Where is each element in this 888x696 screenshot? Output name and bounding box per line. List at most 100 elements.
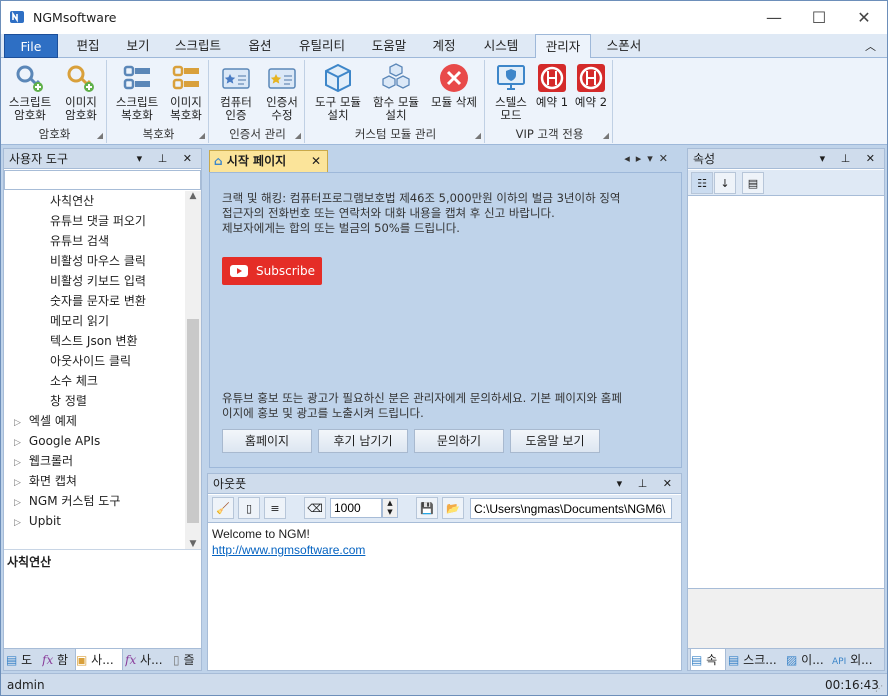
tab-help[interactable]: 도움말 [361,34,417,58]
group-expand-icon[interactable]: ◢ [97,131,103,140]
bottom-tab-active[interactable]: ▣ 사... [75,649,123,671]
group-label-vip: VIP 고객 전용 [515,127,584,141]
property-pages-icon[interactable]: ▤ [742,172,764,194]
tree-item[interactable]: 소수 체크 [4,371,184,391]
tree-scrollbar[interactable]: ▲ ▼ [185,191,201,549]
scrollbar-thumb[interactable] [187,319,199,523]
tab-options[interactable]: 옵션 [233,34,287,58]
tree-item[interactable]: 숫자를 문자로 변환 [4,291,184,311]
subscribe-button[interactable]: Subscribe [222,257,322,285]
bottom-tab[interactable]: ▤ 도 [6,649,40,671]
tree-item[interactable]: 비활성 키보드 입력 [4,271,184,291]
install-tool-module-label: 도구 모듈 설치 [315,95,361,122]
tree-item[interactable]: 사칙연산 [4,191,184,211]
bottom-tab[interactable]: fx 함 [42,649,74,671]
bottom-tab[interactable]: ▯ 즐 [173,649,201,671]
tab-account[interactable]: 계정 [419,34,469,58]
tab-sponsor[interactable]: 스폰서 [595,34,653,58]
bottom-tab[interactable]: ▤ 스크... [728,649,782,671]
homepage-button[interactable]: 홈페이지 [222,429,312,453]
expand-arrow-icon[interactable]: ▷ [14,478,21,488]
tree-folder[interactable]: ▷ Upbit [4,511,184,531]
line-count-input[interactable] [330,498,382,518]
tree-folder[interactable]: ▷ Google APIs [4,431,184,451]
decrypt-image-button[interactable]: 이미지 복호화 [163,62,209,122]
tab-start-page[interactable]: ⌂ 시작 페이지 ✕ [209,150,328,172]
file-menu[interactable]: File [4,34,58,58]
tree-item[interactable]: 아웃사이드 클릭 [4,351,184,371]
help-view-button[interactable]: 도움말 보기 [510,429,600,453]
tab-script[interactable]: 스크립트 [163,34,233,58]
save-icon[interactable]: 💾 [416,497,438,519]
categorized-icon[interactable]: ☷ [691,172,713,194]
line-count-stepper[interactable]: ▲ ▼ [382,498,398,518]
status-user: admin [7,678,45,692]
output-log: Welcome to NGM! http://www.ngmsoftware.c… [212,526,365,558]
encrypt-image-button[interactable]: 이미지 암호화 [57,62,105,122]
delete-icon [438,62,470,94]
tree-folder[interactable]: ▷ 화면 캡쳐 [4,471,184,491]
group-expand-icon[interactable]: ◢ [603,131,609,140]
tab-system[interactable]: 시스템 [471,34,531,58]
wrap-lines-icon[interactable]: ≡ [264,497,286,519]
sort-az-icon[interactable]: ↓ [714,172,736,194]
tree-folder[interactable]: ▷ 엑셀 예제 [4,411,184,431]
maximize-button[interactable]: ☐ [796,1,842,34]
tab-nav-icon[interactable]: ◂▸▾✕ [624,152,674,165]
bottom-tab[interactable]: ▨ 이... [786,649,828,671]
close-tab-icon[interactable]: ✕ [311,151,321,171]
collapse-ribbon-icon[interactable]: ︿ [865,38,876,54]
write-review-button[interactable]: 후기 남기기 [318,429,408,453]
reserve-1-button[interactable]: 예약 1 [533,62,571,109]
open-folder-icon[interactable]: 📂 [442,497,464,519]
expand-arrow-icon[interactable]: ▷ [14,458,21,468]
panel-menu-icon[interactable]: ▾ ⊥ ✕ [820,149,881,169]
tree-item[interactable]: 유튜브 검색 [4,231,184,251]
tree-folder[interactable]: ▷ NGM 커스텀 도구 [4,491,184,511]
certificate-edit-button[interactable]: 인증서 수정 [259,62,305,122]
decrypt-script-button[interactable]: 스크립트 복호화 [111,62,163,122]
tab-admin[interactable]: 관리자 [535,34,591,59]
bottom-tab[interactable]: API 외... [832,649,882,671]
tree-item[interactable]: 비활성 마우스 클릭 [4,251,184,271]
contact-button[interactable]: 문의하기 [414,429,504,453]
property-grid[interactable] [688,196,884,588]
panel-menu-icon[interactable]: ▾ ⊥ ✕ [617,474,678,494]
group-expand-icon[interactable]: ◢ [295,131,301,140]
tool-search-input[interactable] [4,170,201,190]
tab-utility[interactable]: 유틸리티 [287,34,357,58]
eraser-icon[interactable]: ⌫ [304,497,326,519]
bottom-tab-active[interactable]: ▤ 속 [690,649,726,671]
tab-view[interactable]: 보기 [113,34,163,58]
tree-item[interactable]: 메모리 읽기 [4,311,184,331]
stealth-mode-button[interactable]: 스텔스 모드 [489,62,533,122]
expand-arrow-icon[interactable]: ▷ [14,438,21,448]
group-expand-icon[interactable]: ◢ [199,131,205,140]
start-page-content: 크랙 및 해킹: 컴퓨터프로그램보호법 제46조 5,000만원 이하의 벌금 … [209,172,682,468]
bottom-tab[interactable]: fx 사... [125,649,171,671]
expand-arrow-icon[interactable]: ▷ [14,418,21,428]
install-function-module-button[interactable]: 함수 모듈 설치 [367,62,425,122]
expand-arrow-icon[interactable]: ▷ [14,518,21,528]
resize-grip-icon[interactable]: ⋰ [875,678,883,695]
module-cubes-icon [380,62,412,94]
reserve-2-button[interactable]: 예약 2 [571,62,611,109]
panel-menu-icon[interactable]: ▾ ⊥ ✕ [137,149,198,169]
group-expand-icon[interactable]: ◢ [475,131,481,140]
install-tool-module-button[interactable]: 도구 모듈 설치 [309,62,367,122]
tree-item[interactable]: 창 정렬 [4,391,184,411]
computer-auth-button[interactable]: 컴퓨터 인증 [213,62,259,122]
new-document-icon[interactable]: ▯ [238,497,260,519]
delete-module-button[interactable]: 모듈 삭제 [425,62,483,109]
tree-item[interactable]: 유튜브 댓글 퍼오기 [4,211,184,231]
tree-item[interactable]: 텍스트 Json 변환 [4,331,184,351]
website-link[interactable]: http://www.ngmsoftware.com [212,542,365,558]
tab-edit[interactable]: 편집 [63,34,113,58]
output-path-input[interactable] [470,498,672,519]
tree-folder[interactable]: ▷ 웹크롤러 [4,451,184,471]
close-window-button[interactable]: ✕ [841,1,887,34]
encrypt-script-button[interactable]: 스크립트 암호화 [5,62,55,122]
expand-arrow-icon[interactable]: ▷ [14,498,21,508]
clean-output-icon[interactable]: 🧹 [212,497,234,519]
minimize-button[interactable]: — [751,1,797,34]
